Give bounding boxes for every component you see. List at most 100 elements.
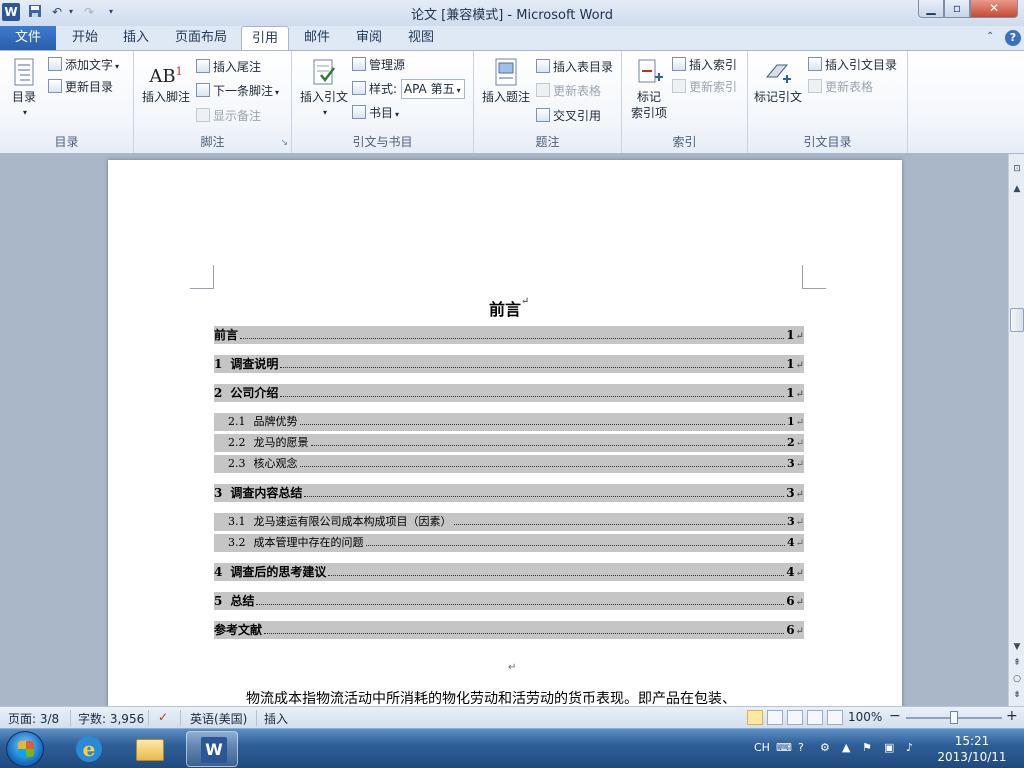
toc-entry[interactable]: 3 调查内容总结 3 ↵ bbox=[214, 484, 804, 502]
web-layout-view-icon[interactable] bbox=[787, 710, 803, 725]
bibliography-button[interactable]: 书目 ▾ bbox=[352, 103, 399, 123]
update-index-button[interactable]: 更新索引 bbox=[672, 77, 737, 97]
ime-options-icon[interactable]: ⚙ bbox=[820, 741, 830, 754]
insert-footnote-button[interactable]: AB1 插入脚注 bbox=[138, 57, 194, 105]
toc-entry[interactable]: 2 公司介绍 1 ↵ bbox=[214, 384, 804, 402]
toc-button[interactable]: 目录 ▾ bbox=[6, 57, 42, 121]
clock[interactable]: 15:21 2013/10/11 bbox=[930, 733, 1014, 765]
language-indicator[interactable]: 英语(美国) bbox=[190, 710, 247, 727]
insert-citation-button[interactable]: 插入引文 ▾ bbox=[296, 57, 352, 121]
insert-mode-indicator[interactable]: 插入 bbox=[264, 710, 288, 727]
keyboard-icon[interactable]: ⌨ bbox=[776, 741, 792, 754]
taskbar-word[interactable]: W bbox=[186, 731, 238, 767]
explorer-icon bbox=[136, 739, 164, 761]
citation-style-selector[interactable]: 样式: APA 第五 ▾ bbox=[352, 79, 465, 99]
ime-indicator[interactable]: CH bbox=[754, 741, 770, 754]
proofing-icon[interactable]: ✓ bbox=[158, 710, 168, 724]
toc-entry[interactable]: 前言 1 ↵ bbox=[214, 326, 804, 344]
toc-entry[interactable]: 2.2 龙马的愿景 2 ↵ bbox=[214, 434, 804, 452]
insert-table-of-authorities-button[interactable]: 插入引文目录 bbox=[808, 55, 897, 75]
tab-mailings[interactable]: 邮件 bbox=[296, 26, 338, 50]
add-text-button[interactable]: 添加文字 ▾ bbox=[48, 55, 119, 75]
mark-citation-button[interactable]: 标记引文 bbox=[752, 57, 804, 105]
toc-entry[interactable]: 4 调查后的思考建议 4 ↵ bbox=[214, 563, 804, 581]
update-table-button[interactable]: 更新表格 bbox=[536, 81, 601, 101]
next-page-icon[interactable]: ⇟ bbox=[1010, 688, 1024, 702]
scroll-down-icon[interactable]: ▼ bbox=[1010, 640, 1024, 654]
tab-view[interactable]: 视图 bbox=[400, 26, 442, 50]
cross-reference-button[interactable]: 交叉引用 bbox=[536, 106, 601, 126]
help-tray-icon[interactable]: ? bbox=[798, 741, 804, 754]
minimize-ribbon-icon[interactable]: ⌃ bbox=[986, 31, 994, 42]
help-icon[interactable]: ? bbox=[1005, 30, 1021, 46]
tab-review[interactable]: 审阅 bbox=[348, 26, 390, 50]
toc-entry-text: 龙马速运有限公司成本构成项目（因素） bbox=[253, 515, 452, 528]
insert-table-of-figures-button[interactable]: 插入表目录 bbox=[536, 57, 613, 77]
tab-references[interactable]: 引用 bbox=[241, 26, 289, 51]
tab-page-layout[interactable]: 页面布局 bbox=[168, 26, 234, 50]
cross-reference-label: 交叉引用 bbox=[553, 109, 602, 123]
insert-table-of-authorities-label: 插入引文目录 bbox=[825, 58, 898, 72]
minimize-button[interactable]: ▁ bbox=[918, 0, 944, 18]
word-count[interactable]: 字数: 3,956 bbox=[78, 710, 144, 727]
insert-index-button[interactable]: 插入索引 bbox=[672, 55, 737, 75]
toc-entry[interactable]: 2.3 核心观念 3 ↵ bbox=[214, 455, 804, 473]
toc-entry[interactable]: 2.1 品牌优势 1 ↵ bbox=[214, 413, 804, 431]
close-button[interactable]: ✕ bbox=[970, 0, 1018, 18]
action-center-icon[interactable]: ⚑ bbox=[862, 741, 872, 754]
update-toc-button[interactable]: 更新目录 bbox=[48, 77, 113, 97]
network-icon[interactable]: ▣ bbox=[884, 741, 894, 754]
toc-leader-dots bbox=[280, 367, 785, 368]
dialog-launcher-icon[interactable]: ↘ bbox=[280, 138, 288, 148]
scroll-up-icon[interactable]: ▲ bbox=[1010, 182, 1024, 196]
zoom-in-button[interactable]: + bbox=[1006, 708, 1018, 724]
outline-view-icon[interactable] bbox=[807, 710, 823, 725]
body-paragraph: 物流成本指物流活动中所消耗的物化劳动和活劳动的货币表现。即产品在包装、 bbox=[246, 691, 736, 706]
group-table-of-authorities: 标记引文 插入引文目录 更新表格 引文目录 bbox=[748, 51, 908, 153]
taskbar-explorer[interactable] bbox=[124, 731, 176, 767]
previous-page-icon[interactable]: ⇞ bbox=[1010, 656, 1024, 670]
crop-mark bbox=[190, 265, 214, 289]
zoom-level[interactable]: 100% bbox=[848, 710, 882, 724]
zoom-slider-thumb[interactable] bbox=[950, 711, 958, 724]
insert-endnote-button[interactable]: 插入尾注 bbox=[196, 57, 261, 77]
style-dropdown[interactable]: APA 第五 ▾ bbox=[400, 79, 465, 99]
toc-entry-text: 公司介绍 bbox=[230, 386, 279, 400]
manage-sources-button[interactable]: 管理源 bbox=[352, 55, 405, 75]
taskbar: e W CH ⌨ ? ⚙ ▲ ⚑ ▣ ♪ 15:21 2013/10/11 bbox=[0, 728, 1024, 768]
toc-entry[interactable]: 参考文献 6 ↵ bbox=[214, 621, 804, 639]
zoom-out-button[interactable]: − bbox=[889, 708, 901, 724]
toc-entry[interactable]: 1 调查说明 1 ↵ bbox=[214, 355, 804, 373]
full-screen-reading-view-icon[interactable] bbox=[767, 710, 783, 725]
page-indicator[interactable]: 页面: 3/8 bbox=[8, 710, 59, 727]
ruler-toggle-icon[interactable]: ⊡ bbox=[1010, 162, 1024, 176]
update-authorities-table-button[interactable]: 更新表格 bbox=[808, 77, 873, 97]
start-button[interactable] bbox=[6, 731, 44, 767]
insert-caption-button[interactable]: 插入题注 bbox=[478, 57, 534, 105]
show-hidden-icons-icon[interactable]: ▲ bbox=[842, 741, 850, 754]
tab-home[interactable]: 开始 bbox=[62, 26, 108, 50]
vertical-scrollbar[interactable]: ⊡ ▲ ▼ ⇞ ○ ⇟ bbox=[1008, 154, 1024, 706]
style-label: 样式: bbox=[369, 82, 398, 96]
toc-entry[interactable]: 5 总结 6 ↵ bbox=[214, 592, 804, 610]
volume-icon[interactable]: ♪ bbox=[906, 741, 913, 754]
document-area[interactable]: 前言 ↵ 前言 1 ↵ 1 调查说明 1 ↵ 2 公司介绍 1 ↵ 2.1 品牌优势 1 ↵ 2.2 龙马的愿景 2… bbox=[0, 154, 1008, 706]
show-notes-button[interactable]: 显示备注 bbox=[196, 106, 261, 126]
taskbar-ie[interactable]: e bbox=[62, 731, 114, 767]
toc-entry[interactable]: 3.1 龙马速运有限公司成本构成项目（因素） 3 ↵ bbox=[214, 513, 804, 531]
next-footnote-button[interactable]: 下一条脚注 ▾ bbox=[196, 81, 279, 101]
toc-entry[interactable]: 3.2 成本管理中存在的问题 4 ↵ bbox=[214, 534, 804, 552]
toc-entry-page: 3 bbox=[786, 486, 795, 500]
toc-entry-page: 1 bbox=[786, 357, 795, 371]
draft-view-icon[interactable] bbox=[827, 710, 843, 725]
group-table-of-contents: 目录 ▾ 添加文字 ▾ 更新目录 目录 bbox=[0, 51, 134, 153]
maximize-button[interactable]: ▫ bbox=[944, 0, 970, 18]
print-layout-view-icon[interactable] bbox=[747, 710, 763, 725]
browse-object-icon[interactable]: ○ bbox=[1010, 672, 1024, 686]
mark-entry-button[interactable]: 标记 索引项 bbox=[626, 57, 672, 121]
tab-file[interactable]: 文件 bbox=[0, 26, 56, 50]
tab-insert[interactable]: 插入 bbox=[114, 26, 158, 50]
scroll-thumb[interactable] bbox=[1010, 308, 1024, 332]
paragraph-mark: ↵ bbox=[795, 626, 804, 637]
document-page[interactable]: 前言 ↵ 前言 1 ↵ 1 调查说明 1 ↵ 2 公司介绍 1 ↵ 2.1 品牌优势 1 ↵ 2.2 龙马的愿景 2… bbox=[108, 160, 902, 706]
